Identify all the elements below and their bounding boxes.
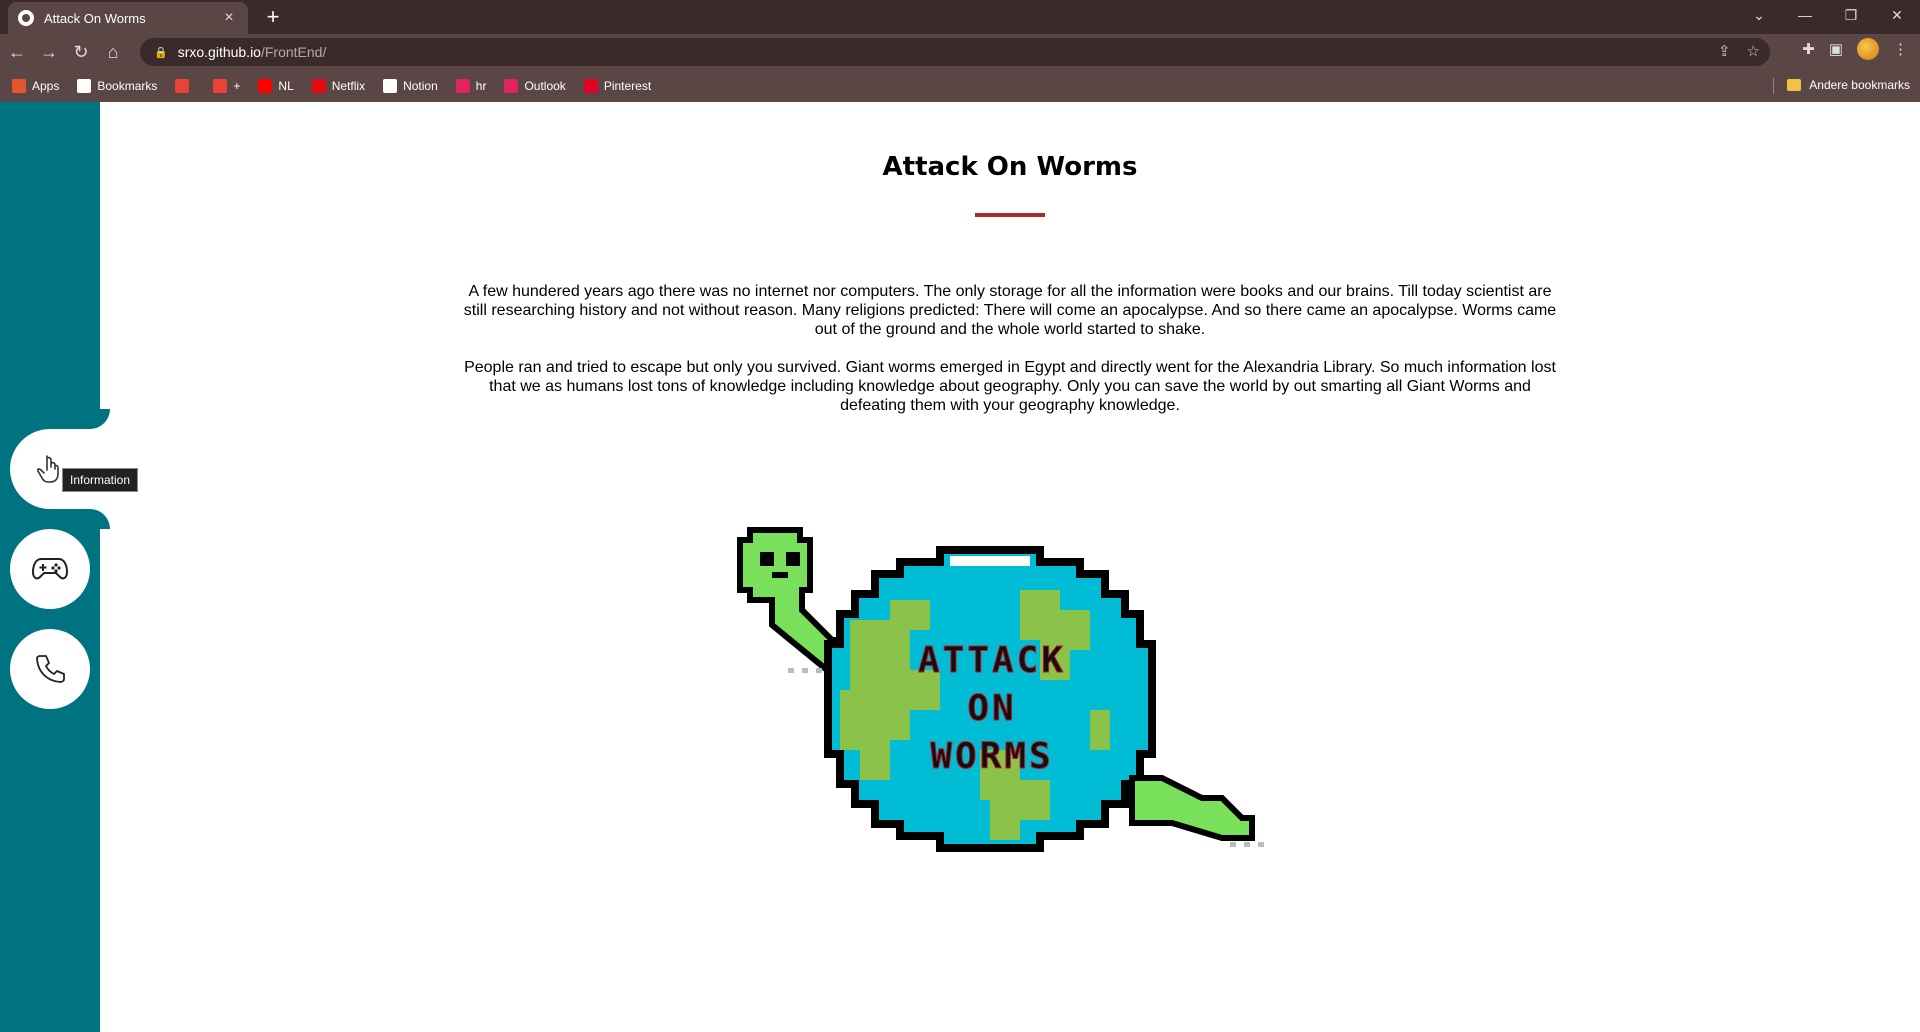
bookmark-item[interactable]: Netflix xyxy=(311,79,366,93)
other-bookmarks[interactable]: Andere bookmarks xyxy=(1787,78,1910,92)
outlook-icon xyxy=(504,79,519,93)
share-icon[interactable]: ⇪ xyxy=(1718,42,1731,60)
story-paragraph-1: A few hundered years ago there was no in… xyxy=(463,283,1557,338)
side-panel-icon[interactable]: ▣ xyxy=(1829,40,1843,58)
bookmark-item[interactable]: Outlook xyxy=(504,79,566,93)
information-icon xyxy=(37,455,59,483)
bookmark-label: Notion xyxy=(403,79,438,93)
bookmark-star-icon[interactable]: ☆ xyxy=(1747,42,1760,60)
home-icon[interactable]: ⌂ xyxy=(98,37,128,67)
new-tab-button[interactable]: + xyxy=(260,4,286,30)
hr-icon xyxy=(455,79,470,93)
bookmark-label: hr xyxy=(475,79,487,93)
url-path: /FrontEnd/ xyxy=(260,44,327,60)
tab-strip: Attack On Worms × + ⌄ — ❐ ✕ xyxy=(0,0,1920,34)
tab-search-icon[interactable]: ⌄ xyxy=(1736,0,1782,30)
restore-button[interactable]: ❐ xyxy=(1828,0,1874,30)
star-icon xyxy=(77,79,92,93)
worm-right xyxy=(1129,775,1264,847)
bookmark-label: Bookmarks xyxy=(97,79,158,93)
folder-icon xyxy=(1787,79,1802,91)
gmail-icon xyxy=(213,79,228,93)
bookmark-label: Pinterest xyxy=(603,79,652,93)
bookmark-item[interactable]: Bookmarks xyxy=(77,79,157,93)
minimize-button[interactable]: — xyxy=(1782,0,1828,30)
profile-avatar[interactable] xyxy=(1857,38,1879,60)
browser-tab[interactable]: Attack On Worms × xyxy=(8,2,248,34)
bookmark-item[interactable]: Notion xyxy=(383,79,438,93)
address-bar[interactable]: 🔒 srxo.github.io /FrontEnd/ ⇪ ☆ xyxy=(140,38,1770,66)
netflix-icon xyxy=(311,79,326,93)
bookmarks-separator xyxy=(1773,78,1774,94)
logo-text-line-3: WORMS xyxy=(930,736,1053,777)
bookmark-label: NL xyxy=(278,79,294,93)
globe: ATTACK ON WORMS xyxy=(824,546,1156,934)
close-window-button[interactable]: ✕ xyxy=(1874,0,1920,30)
bookmark-label: + xyxy=(233,79,241,93)
github-favicon-icon xyxy=(18,10,34,26)
bookmark-item[interactable]: Apps xyxy=(12,79,59,93)
youtube-icon xyxy=(258,79,273,93)
gmail-icon xyxy=(175,79,190,93)
pinterest-icon xyxy=(583,79,598,93)
bookmark-label: Apps xyxy=(32,79,60,93)
menu-icon[interactable]: ⋮ xyxy=(1893,40,1908,58)
sidebar: Information xyxy=(0,102,139,1032)
bookmark-item[interactable]: Pinterest xyxy=(583,79,652,93)
url-host: srxo.github.io xyxy=(177,44,261,60)
tab-title: Attack On Worms xyxy=(44,10,146,26)
bookmark-item[interactable] xyxy=(175,79,195,93)
bookmark-label: Netflix xyxy=(331,79,366,93)
apps-grid-icon xyxy=(12,79,26,93)
other-bookmarks-label: Andere bookmarks xyxy=(1809,78,1910,92)
bookmark-item[interactable]: hr xyxy=(455,79,487,93)
bookmarks-bar: Apps Bookmarks + NL Netflix Notion hr Outlook Pi… xyxy=(0,70,1920,102)
logo-text-line-2: ON xyxy=(967,688,1016,729)
attack-on-worms-logo: ATTACK ON WORMS xyxy=(737,527,1264,934)
back-icon[interactable]: ← xyxy=(2,37,32,67)
extensions-icon[interactable]: ✚ xyxy=(1802,40,1815,58)
bookmark-label: Outlook xyxy=(524,79,566,93)
sidebar-item-contact[interactable] xyxy=(10,629,90,709)
logo-text-line-1: ATTACK xyxy=(918,640,1066,681)
bookmark-item[interactable]: NL xyxy=(258,79,294,93)
page-title: Attack On Worms xyxy=(882,152,1138,182)
main-content: Attack On Worms A few hundered years ago… xyxy=(100,102,1920,1032)
title-underline xyxy=(975,213,1045,217)
sidebar-item-game[interactable] xyxy=(10,529,90,609)
story-paragraph-2: People ran and tried to escape but only … xyxy=(464,359,1556,414)
close-tab-icon[interactable]: × xyxy=(220,9,238,27)
phone-icon xyxy=(36,655,65,683)
page-viewport: Information Attack On Worms A few hunder… xyxy=(0,102,1920,1032)
reload-icon[interactable]: ↻ xyxy=(66,37,96,67)
lock-icon[interactable]: 🔒 xyxy=(154,46,168,59)
gamepad-icon xyxy=(32,558,68,580)
bookmark-item[interactable]: + xyxy=(213,79,240,93)
notion-icon xyxy=(383,79,398,93)
forward-icon[interactable]: → xyxy=(34,37,64,67)
browser-toolbar: ← → ↻ ⌂ 🔒 srxo.github.io /FrontEnd/ ⇪ ☆ … xyxy=(0,34,1920,70)
